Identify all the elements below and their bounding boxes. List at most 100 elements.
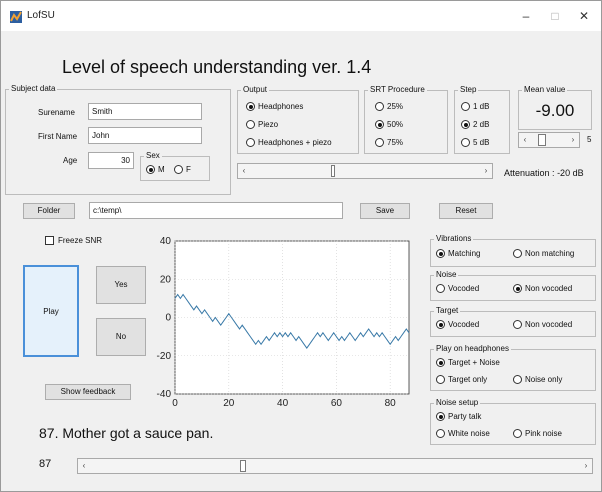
srt-75-radio[interactable]: 75% xyxy=(375,138,403,147)
target-vocoded-radio[interactable]: Vocoded xyxy=(436,320,479,329)
sentence-slider-thumb[interactable] xyxy=(240,460,247,472)
checkbox-box xyxy=(45,236,54,245)
srt-25-radio[interactable]: 25% xyxy=(375,102,403,111)
y-tick-label: 0 xyxy=(165,313,171,324)
sentence-text: 87. Mother got a sauce pan. xyxy=(39,425,214,441)
noise-setup-option-label: Pink noise xyxy=(525,429,562,438)
output-headphones-piezo-radio[interactable]: Headphones + piezo xyxy=(246,138,332,147)
radio-indicator xyxy=(375,120,384,129)
noise-setup-option-label: Party talk xyxy=(448,412,482,421)
step-2db-radio[interactable]: 2 dB xyxy=(461,120,489,129)
sex-label: Sex xyxy=(144,151,162,161)
freeze-snr-checkbox[interactable]: Freeze SNR xyxy=(45,236,102,245)
target-option-label: Vocoded xyxy=(448,320,480,329)
output-option-label: Headphones xyxy=(258,102,304,111)
no-button[interactable]: No xyxy=(96,318,146,356)
attenuation-value: -20 xyxy=(557,168,571,178)
play-button[interactable]: Play xyxy=(23,265,79,357)
yes-button[interactable]: Yes xyxy=(96,266,146,304)
target-plus-noise-radio[interactable]: Target + Noise xyxy=(436,358,500,367)
srt-option-label: 50% xyxy=(387,120,404,129)
vibrations-label: Vibrations xyxy=(434,234,474,244)
headphones-option-label: Noise only xyxy=(525,375,563,384)
minimize-button[interactable]: – xyxy=(513,5,539,27)
pink-noise-radio[interactable]: Pink noise xyxy=(513,429,562,438)
sex-f-label: F xyxy=(186,165,191,174)
target-label: Target xyxy=(434,306,461,316)
target-non-vocoded-radio[interactable]: Non vocoded xyxy=(513,320,572,329)
radio-indicator xyxy=(436,358,445,367)
target-panel: Target Vocoded Non vocoded xyxy=(430,306,596,337)
folder-path-field[interactable]: c:\temp\ xyxy=(89,202,343,219)
save-button[interactable]: Save xyxy=(360,203,410,219)
output-piezo-radio[interactable]: Piezo xyxy=(246,120,278,129)
target-option-label: Non vocoded xyxy=(525,320,573,329)
reset-button[interactable]: Reset xyxy=(439,203,493,219)
target-only-radio[interactable]: Target only xyxy=(436,375,487,384)
subject-data-label: Subject data xyxy=(9,84,58,94)
age-field[interactable]: 30 xyxy=(88,152,134,169)
step-option-label: 2 dB xyxy=(473,120,490,129)
output-headphones-radio[interactable]: Headphones xyxy=(246,102,303,111)
step-1db-radio[interactable]: 1 dB xyxy=(461,102,489,111)
step-option-label: 1 dB xyxy=(473,102,490,111)
radio-indicator xyxy=(513,320,522,329)
page-title: Level of speech understanding ver. 1.4 xyxy=(62,57,372,77)
vibrations-matching-radio[interactable]: Matching xyxy=(436,249,480,258)
noise-option-label: Vocoded xyxy=(448,284,480,293)
vibrations-option-label: Non matching xyxy=(525,249,575,258)
output-panel: Output Headphones Piezo Headphones + pie… xyxy=(237,85,359,154)
folder-button[interactable]: Folder xyxy=(23,203,75,219)
slider-left-arrow-icon[interactable]: ‹ xyxy=(78,459,90,473)
slider-left-arrow-icon[interactable]: ‹ xyxy=(238,164,250,178)
radio-indicator xyxy=(461,102,470,111)
sex-m-radio[interactable]: M xyxy=(146,165,165,174)
slider-right-arrow-icon[interactable]: › xyxy=(480,164,492,178)
srt-procedure-label: SRT Procedure xyxy=(368,85,427,95)
close-button[interactable]: ✕ xyxy=(571,5,597,27)
mean-value-slider-value: 5 xyxy=(587,135,592,144)
surename-field[interactable]: Smith xyxy=(88,103,202,120)
output-label: Output xyxy=(241,85,270,95)
play-on-headphones-panel: Play on headphones Target + Noise Target… xyxy=(430,344,596,391)
sex-f-radio[interactable]: F xyxy=(174,165,191,174)
slider-right-arrow-icon[interactable]: › xyxy=(567,133,579,147)
surename-label: Surename xyxy=(38,108,75,117)
show-feedback-button[interactable]: Show feedback xyxy=(45,384,131,400)
party-talk-radio[interactable]: Party talk xyxy=(436,412,481,421)
slider-left-arrow-icon[interactable]: ‹ xyxy=(519,133,531,147)
noise-setup-option-label: White noise xyxy=(448,429,490,438)
white-noise-radio[interactable]: White noise xyxy=(436,429,490,438)
radio-indicator xyxy=(174,165,183,174)
noise-option-label: Non vocoded xyxy=(525,284,573,293)
srt-option-label: 25% xyxy=(387,102,404,111)
noise-label: Noise xyxy=(434,270,459,280)
attenuation-slider-thumb[interactable] xyxy=(331,165,336,177)
sentence-index: 87 xyxy=(39,458,52,470)
radio-indicator xyxy=(436,284,445,293)
attenuation-slider[interactable]: ‹ › xyxy=(237,163,493,179)
maximize-button[interactable]: □ xyxy=(542,5,568,27)
noise-non-vocoded-radio[interactable]: Non vocoded xyxy=(513,284,572,293)
radio-indicator xyxy=(246,102,255,111)
vibrations-non-matching-radio[interactable]: Non matching xyxy=(513,249,574,258)
radio-indicator xyxy=(436,249,445,258)
output-option-label: Piezo xyxy=(258,120,279,129)
sentence-slider[interactable]: ‹ › xyxy=(77,458,593,474)
step-label: Step xyxy=(458,85,479,95)
srt-50-radio[interactable]: 50% xyxy=(375,120,403,129)
vibrations-panel: Vibrations Matching Non matching xyxy=(430,234,596,267)
noise-vocoded-radio[interactable]: Vocoded xyxy=(436,284,479,293)
attenuation-unit: dB xyxy=(572,168,584,178)
noise-only-radio[interactable]: Noise only xyxy=(513,375,562,384)
headphones-option-label: Target + Noise xyxy=(448,358,500,367)
slider-right-arrow-icon[interactable]: › xyxy=(580,459,592,473)
step-5db-radio[interactable]: 5 dB xyxy=(461,138,489,147)
step-panel: Step 1 dB 2 dB 5 dB xyxy=(454,85,510,154)
first-name-field[interactable]: John xyxy=(88,127,202,144)
mean-value-slider[interactable]: ‹ › xyxy=(518,132,580,148)
freeze-snr-label: Freeze SNR xyxy=(58,236,103,245)
srt-procedure-panel: SRT Procedure 25% 50% 75% xyxy=(364,85,448,154)
mean-value-slider-thumb[interactable] xyxy=(538,134,546,146)
radio-indicator xyxy=(436,429,445,438)
